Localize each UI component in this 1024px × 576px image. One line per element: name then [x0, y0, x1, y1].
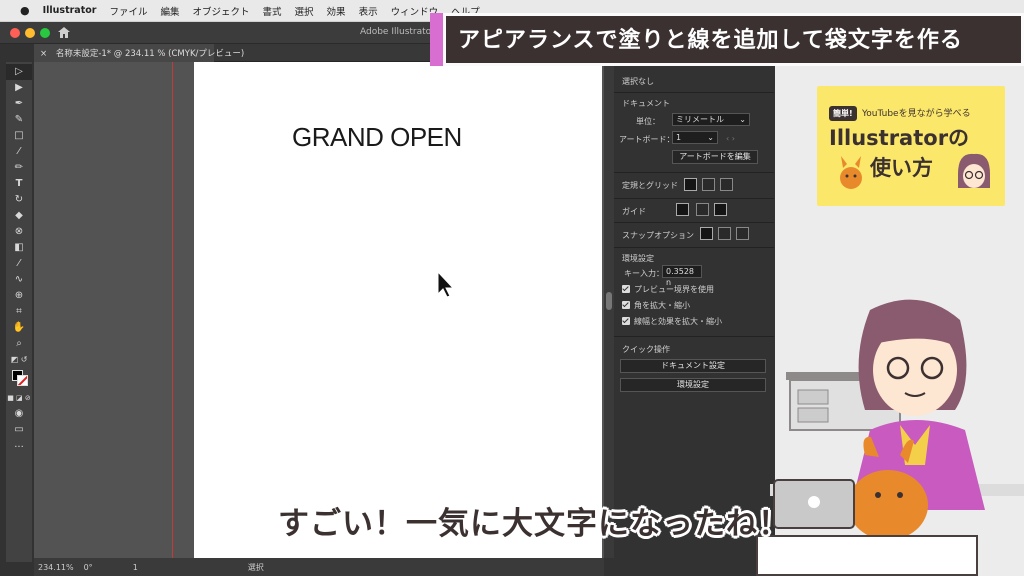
vertical-scrollbar[interactable]: [604, 62, 614, 558]
logo-tag: 簡単!: [829, 106, 857, 121]
artboard-text-object[interactable]: GRAND OPEN: [292, 122, 462, 153]
units-label: 単位：: [636, 117, 660, 126]
edit-artboards-button[interactable]: アートボードを編集: [672, 150, 758, 164]
snap-to-pixel-icon[interactable]: [718, 227, 731, 240]
video-caption: すごい！一気に大文字になったね！: [278, 506, 790, 542]
home-icon[interactable]: [58, 27, 70, 38]
smart-guides-icon[interactable]: [714, 203, 727, 216]
menu-view[interactable]: 表示: [359, 4, 378, 18]
apple-icon[interactable]: ●: [20, 4, 30, 17]
minimize-window-button[interactable]: [25, 28, 35, 38]
preferences-button[interactable]: 環境設定: [620, 378, 766, 392]
screen-mode-icon[interactable]: ▭: [6, 422, 32, 438]
scale-strokes-effects-checkbox[interactable]: 線幅と効果を拡大・縮小: [622, 316, 722, 327]
tools-panel: ▷ ▶ ✒ ✎ □ ⁄ ✏ T ↻ ◆ ⊗ ◧ ⁄ ∿ ⊕ ⌗ ✋ ⌕ ◩ ↺ …: [6, 62, 32, 562]
menu-object[interactable]: オブジェクト: [193, 4, 250, 18]
menu-type[interactable]: 書式: [263, 4, 282, 18]
swap-colors-icon[interactable]: ◩ ↺: [6, 352, 32, 368]
document-setup-button[interactable]: ドキュメント設定: [620, 359, 766, 373]
artboard-tool-icon[interactable]: ⌗: [6, 304, 32, 320]
bleed-guide: [172, 62, 173, 558]
artboard-select[interactable]: 1 ⌄: [672, 131, 718, 144]
scale-corners-checkbox[interactable]: 角を拡大・縮小: [622, 300, 690, 311]
use-preview-bounds-checkbox[interactable]: プレビュー境界を使用: [622, 284, 714, 295]
eraser-tool-icon[interactable]: ◆: [6, 208, 32, 224]
width-tool-icon[interactable]: ⊗: [6, 224, 32, 240]
preferences-section-title: 環境設定: [622, 254, 654, 263]
transparency-grid-icon[interactable]: [720, 178, 733, 191]
artboard-label: アートボード：: [619, 135, 675, 144]
more-tools-icon[interactable]: ···: [6, 440, 32, 456]
close-window-button[interactable]: [10, 28, 20, 38]
current-tool-status: 選択: [247, 562, 264, 572]
selection-tool-icon[interactable]: ▷: [6, 64, 32, 80]
logo-title: Illustratorの: [829, 126, 970, 150]
key-increment-label: キー入力：: [624, 269, 664, 278]
rectangle-tool-icon[interactable]: □: [6, 128, 32, 144]
direct-selection-tool-icon[interactable]: ▶: [6, 80, 32, 96]
zoom-level[interactable]: 234.11%: [38, 563, 74, 572]
zoom-tool-icon[interactable]: ⌕: [6, 336, 32, 352]
grid-icon[interactable]: [702, 178, 715, 191]
guides-label: ガイド: [622, 207, 646, 216]
menu-edit[interactable]: 編集: [160, 4, 179, 18]
rotate-tool-icon[interactable]: ↻: [6, 192, 32, 208]
scroll-thumb[interactable]: [606, 292, 612, 310]
document-section-title: ドキュメント: [622, 99, 670, 108]
logo-avatar-icon: [958, 153, 990, 188]
type-tool-icon[interactable]: T: [6, 176, 32, 192]
units-select[interactable]: ミリメートル ⌄: [672, 113, 750, 126]
snap-options-label: スナップオプション: [622, 231, 694, 240]
artboard-nav-arrows[interactable]: ‹ ›: [726, 134, 735, 143]
rotate-view[interactable]: 0°: [84, 563, 93, 572]
symbol-sprayer-tool-icon[interactable]: ⊕: [6, 288, 32, 304]
document-tab[interactable]: × 名称未設定-1* @ 234.11 % (CMYK/プレビュー): [34, 44, 244, 62]
snap-to-point-icon[interactable]: [700, 227, 713, 240]
blend-tool-icon[interactable]: ∿: [6, 272, 32, 288]
logo-title-line2: 使い方: [870, 156, 933, 180]
guides-lock-icon[interactable]: [696, 203, 709, 216]
eyedropper-tool-icon[interactable]: ⁄: [6, 256, 32, 272]
pencil-tool-icon[interactable]: ✏: [6, 160, 32, 176]
menu-file[interactable]: ファイル: [109, 4, 147, 18]
draw-mode-icon[interactable]: ◉: [6, 406, 32, 422]
curvature-tool-icon[interactable]: ✎: [6, 112, 32, 128]
status-bar: 234.11% 0° 1 選択: [34, 558, 604, 576]
guides-show-icon[interactable]: [676, 203, 689, 216]
rulers-grids-label: 定規とグリッド: [622, 181, 678, 190]
selection-status: 選択なし: [622, 77, 654, 86]
artboard-navigator[interactable]: 1: [133, 563, 138, 572]
close-tab-icon[interactable]: ×: [40, 49, 47, 59]
menu-select[interactable]: 選択: [295, 4, 314, 18]
menu-effect[interactable]: 効果: [327, 4, 346, 18]
document-tab-label: 名称未設定-1* @ 234.11 % (CMYK/プレビュー): [55, 49, 245, 59]
banner-title: アピアランスで塗りと線を追加して袋文字を作る: [458, 28, 963, 53]
zoom-window-button[interactable]: [40, 28, 50, 38]
menu-app[interactable]: Illustrator: [43, 5, 97, 16]
character-illustration: [770, 299, 1024, 540]
color-mode-icon[interactable]: ■ ◪ ⊘: [6, 390, 32, 406]
logo-subtitle: YouTubeを見ながら学べる: [862, 109, 971, 119]
snap-to-glyph-icon[interactable]: [736, 227, 749, 240]
gradient-tool-icon[interactable]: ◧: [6, 240, 32, 256]
banner-accent-stripe: [430, 13, 443, 66]
quick-actions-title: クイック操作: [622, 345, 670, 354]
paintbrush-tool-icon[interactable]: ⁄: [6, 144, 32, 160]
stroke-color-swatch[interactable]: [17, 375, 28, 386]
mouse-cursor-icon: [437, 270, 455, 298]
hand-tool-icon[interactable]: ✋: [6, 320, 32, 336]
key-increment-input[interactable]: 0.3528 n: [662, 265, 702, 287]
ruler-icon[interactable]: [684, 178, 697, 191]
pen-tool-icon[interactable]: ✒: [6, 96, 32, 112]
logo-mascot-icon: [840, 156, 862, 189]
